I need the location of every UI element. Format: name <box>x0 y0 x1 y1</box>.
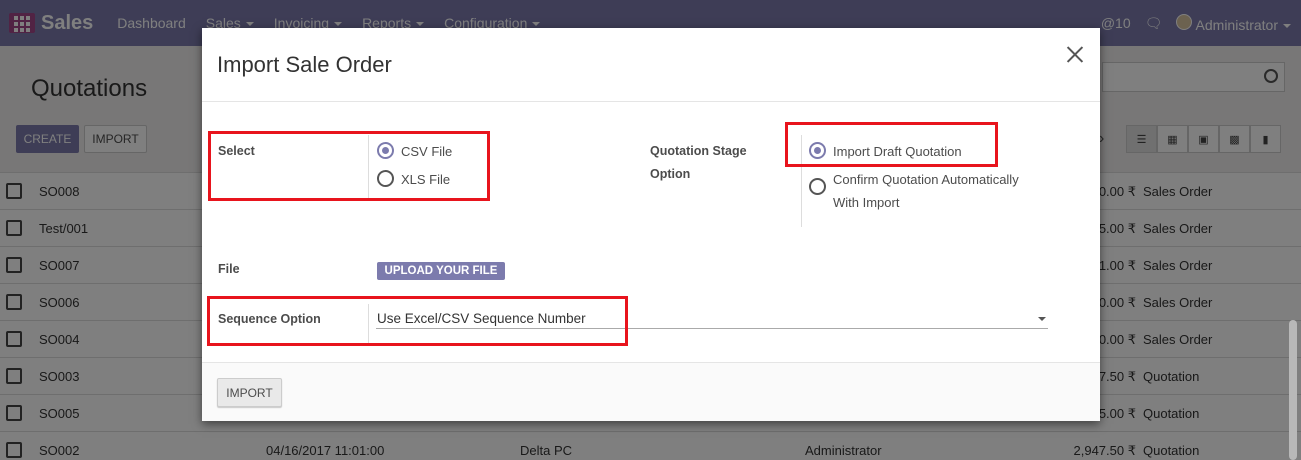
modal-header: Import Sale Order <box>202 28 1100 102</box>
highlight-select <box>208 131 490 201</box>
radio-unchecked-icon[interactable] <box>809 178 826 195</box>
confirm-quotation-radio[interactable]: Confirm Quotation Automatically With Impo… <box>809 168 1019 214</box>
quotation-stage-label-line2: Option <box>650 167 691 181</box>
highlight-sequence <box>207 296 628 346</box>
highlight-stage-option <box>785 122 998 167</box>
file-label: File <box>218 262 240 276</box>
confirm-quotation-label-line2: With Import <box>833 195 900 210</box>
close-icon[interactable] <box>1066 45 1084 63</box>
import-submit-button[interactable]: IMPORT <box>217 378 282 407</box>
confirm-quotation-label-line1: Confirm Quotation Automatically <box>833 172 1019 187</box>
page-scrollbar[interactable] <box>1289 320 1297 460</box>
modal-title: Import Sale Order <box>217 52 392 77</box>
confirm-quotation-label: Confirm Quotation Automatically With Impo… <box>833 168 1019 214</box>
upload-file-button[interactable]: UPLOAD YOUR FILE <box>377 262 505 280</box>
caret-down-icon <box>1038 317 1046 321</box>
modal-footer: IMPORT <box>202 362 1100 421</box>
import-sale-order-dialog: Import Sale Order Select CSV File XLS Fi… <box>202 28 1100 421</box>
quotation-stage-label-line1: Quotation Stage <box>650 144 747 158</box>
